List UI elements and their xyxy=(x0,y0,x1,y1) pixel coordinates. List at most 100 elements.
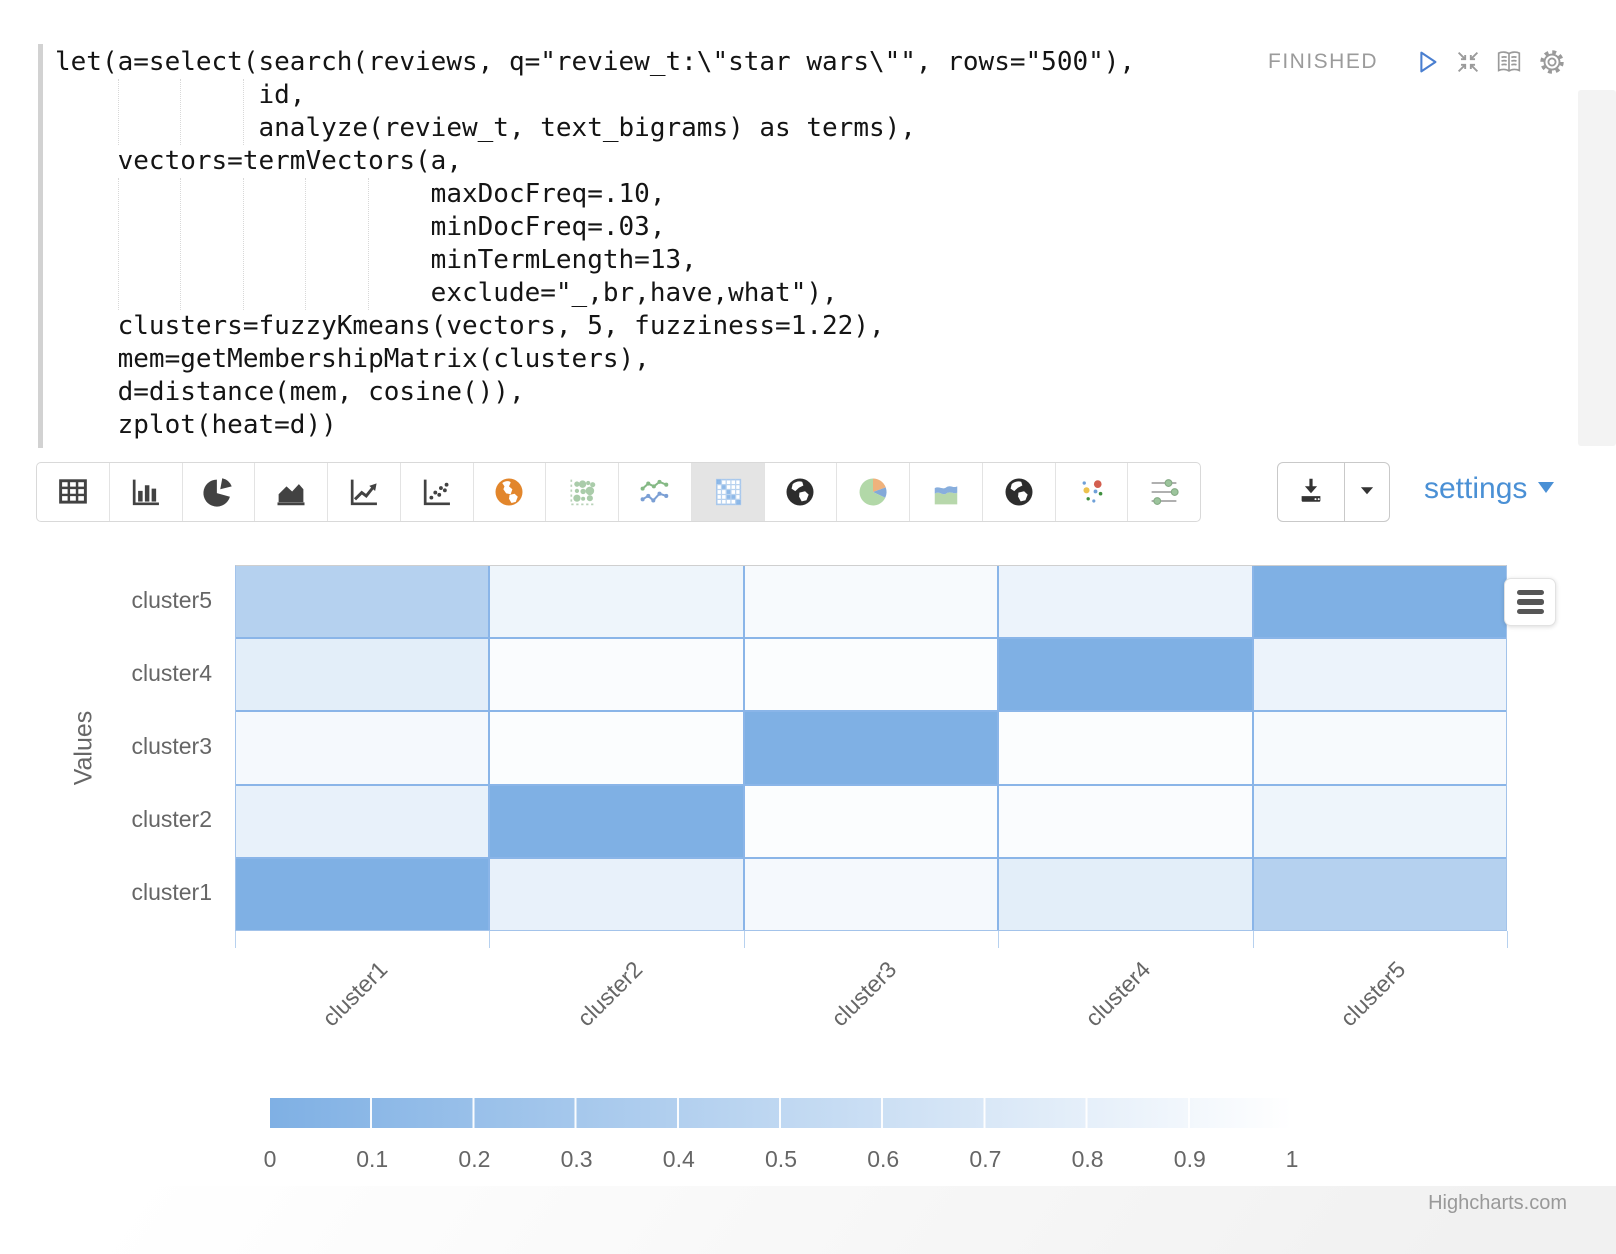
indent-guide xyxy=(118,79,119,145)
line-chart-icon xyxy=(346,474,382,510)
heatmap-cell-cluster1-cluster5[interactable] xyxy=(236,566,488,637)
x-axis-label-cluster2: cluster2 xyxy=(572,956,648,1032)
highcharts-credits[interactable]: Highcharts.com xyxy=(1428,1192,1567,1215)
heatmap-cell-cluster1-cluster3[interactable] xyxy=(236,712,488,783)
toolbar-scatter-color-button[interactable] xyxy=(1056,463,1129,521)
indent-guide xyxy=(180,178,181,310)
collapse-button[interactable] xyxy=(1453,47,1483,77)
x-axis-tick xyxy=(1507,931,1508,948)
x-axis-tick xyxy=(235,931,236,948)
multi-line-icon xyxy=(637,474,673,510)
toolbar-area-chart-button[interactable] xyxy=(255,463,328,521)
color-axis-tick-0.1: 0.1 xyxy=(356,1146,388,1173)
heatmap-cell-cluster3-cluster1[interactable] xyxy=(745,859,997,930)
heatmap-cell-cluster1-cluster4[interactable] xyxy=(236,639,488,710)
download-button[interactable] xyxy=(1278,463,1345,521)
toolbar-heatmap-button[interactable] xyxy=(692,463,765,521)
x-axis-label-cluster5: cluster5 xyxy=(1335,956,1411,1032)
heatmap-cell-cluster1-cluster2[interactable] xyxy=(236,786,488,857)
download-group xyxy=(1277,462,1390,522)
paragraph-settings-button[interactable] xyxy=(1537,47,1567,77)
heatmap-icon xyxy=(710,474,746,510)
x-axis-tick xyxy=(489,931,490,948)
heatmap-cell-cluster5-cluster1[interactable] xyxy=(1254,859,1506,930)
heatmap-cell-cluster4-cluster3[interactable] xyxy=(999,712,1251,783)
color-axis-tick-0.5: 0.5 xyxy=(765,1146,797,1173)
editor-gutter xyxy=(38,44,43,448)
heatmap-cell-cluster3-cluster4[interactable] xyxy=(745,639,997,710)
toolbar-map-button[interactable] xyxy=(474,463,547,521)
x-axis-label-cluster1: cluster1 xyxy=(317,956,393,1032)
toolbar-globe-chart-2-button[interactable] xyxy=(983,463,1056,521)
toolbar-line-chart-button[interactable] xyxy=(328,463,401,521)
heatmap-cell-cluster2-cluster4[interactable] xyxy=(490,639,742,710)
heatmap-cell-cluster3-cluster5[interactable] xyxy=(745,566,997,637)
toolbar-pie-chart-color-button[interactable] xyxy=(837,463,910,521)
toolbar-table-button[interactable] xyxy=(37,463,110,521)
area-color-icon xyxy=(928,474,964,510)
scatter-chart-icon xyxy=(419,474,455,510)
color-axis-tick-0.2: 0.2 xyxy=(458,1146,490,1173)
heatmap-grid xyxy=(235,565,1507,931)
code-editor[interactable]: let(a=select(search(reviews, q="review_t… xyxy=(55,46,1495,448)
heatmap-cell-cluster3-cluster2[interactable] xyxy=(745,786,997,857)
run-button[interactable] xyxy=(1412,47,1442,77)
globe-dark-icon xyxy=(1001,474,1037,510)
heatmap-cell-cluster4-cluster1[interactable] xyxy=(999,859,1251,930)
bar-chart-icon xyxy=(128,474,164,510)
download-options-button[interactable] xyxy=(1345,463,1389,521)
color-axis-tick-0.9: 0.9 xyxy=(1174,1146,1206,1173)
indent-guide xyxy=(243,79,244,145)
heatmap-cell-cluster4-cluster2[interactable] xyxy=(999,786,1251,857)
y-axis-label-cluster1: cluster1 xyxy=(42,880,212,907)
download-icon xyxy=(1296,475,1326,510)
indent-guide xyxy=(368,178,369,310)
zeppelin-paragraph: let(a=select(search(reviews, q="review_t… xyxy=(0,0,1616,1254)
color-axis-tick-1: 1 xyxy=(1286,1146,1299,1173)
heatmap-cell-cluster2-cluster2[interactable] xyxy=(490,786,742,857)
chart-settings-toggle[interactable]: settings xyxy=(1424,472,1554,506)
heatmap-cell-cluster3-cluster3[interactable] xyxy=(745,712,997,783)
heatmap-cell-cluster5-cluster3[interactable] xyxy=(1254,712,1506,783)
show-output-button[interactable] xyxy=(1494,47,1524,77)
x-axis-tick xyxy=(1253,931,1254,948)
pie-chart-icon xyxy=(200,474,236,510)
toolbar-area-chart-color-button[interactable] xyxy=(910,463,983,521)
heatmap-cell-cluster2-cluster3[interactable] xyxy=(490,712,742,783)
x-axis-label-cluster3: cluster3 xyxy=(826,956,902,1032)
output-book-icon xyxy=(1494,64,1524,81)
heatmap-cell-cluster5-cluster5[interactable] xyxy=(1254,566,1506,637)
bubble-grid-icon xyxy=(564,474,600,510)
run-icon xyxy=(1412,64,1442,81)
chart-context-menu-button[interactable] xyxy=(1504,578,1556,626)
heatmap-cell-cluster2-cluster5[interactable] xyxy=(490,566,742,637)
y-axis-label-cluster2: cluster2 xyxy=(42,806,212,833)
heatmap-cell-cluster1-cluster1[interactable] xyxy=(236,859,488,930)
heatmap-cell-cluster2-cluster1[interactable] xyxy=(490,859,742,930)
heatmap-cell-cluster5-cluster4[interactable] xyxy=(1254,639,1506,710)
settings-label: settings xyxy=(1424,472,1527,506)
heatmap-cell-cluster4-cluster5[interactable] xyxy=(999,566,1251,637)
x-axis-tick xyxy=(744,931,745,948)
globe-dark-icon xyxy=(782,474,818,510)
color-axis-tick-0.7: 0.7 xyxy=(969,1146,1001,1173)
toolbar-range-sliders-button[interactable] xyxy=(1128,463,1200,521)
editor-scrollbar[interactable] xyxy=(1578,90,1616,446)
color-axis-tick-0.6: 0.6 xyxy=(867,1146,899,1173)
paragraph-status: FINISHED xyxy=(1268,50,1378,74)
color-axis-tick-0: 0 xyxy=(264,1146,277,1173)
code-text: let(a=select(search(reviews, q="review_t… xyxy=(55,46,1495,442)
globe-orange-icon xyxy=(491,474,527,510)
toolbar-bar-chart-button[interactable] xyxy=(110,463,183,521)
x-axis-tick xyxy=(998,931,999,948)
area-chart-icon xyxy=(273,474,309,510)
toolbar-globe-chart-button[interactable] xyxy=(765,463,838,521)
heatmap-cell-cluster5-cluster2[interactable] xyxy=(1254,786,1506,857)
toolbar-pie-chart-button[interactable] xyxy=(183,463,256,521)
toolbar-bubble-matrix-button[interactable] xyxy=(546,463,619,521)
toolbar-scatter-plot-button[interactable] xyxy=(401,463,474,521)
toolbar-multi-line-chart-button[interactable] xyxy=(619,463,692,521)
heatmap-cell-cluster4-cluster4[interactable] xyxy=(999,639,1251,710)
caret-down-icon xyxy=(1538,480,1554,498)
sliders-icon xyxy=(1146,474,1182,510)
